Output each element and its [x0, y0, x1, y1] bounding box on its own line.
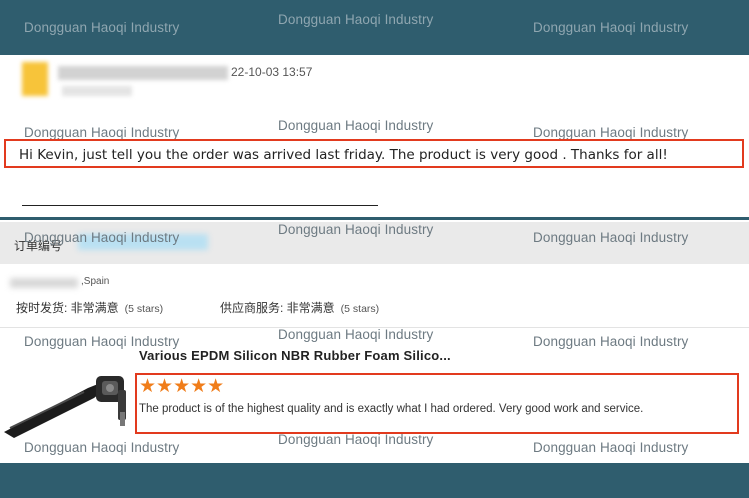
signature-rule	[22, 205, 378, 206]
service-rating-stars: (5 stars)	[340, 303, 380, 315]
watermark-text: Dongguan Haoqi Industry	[278, 327, 434, 342]
avatar	[22, 62, 48, 96]
delivery-rating-label: 按时发货: 非常满意	[16, 301, 119, 315]
service-rating: 供应商服务: 非常满意 (5 stars)	[220, 299, 379, 316]
product-title[interactable]: Various EPDM Silicon NBR Rubber Foam Sil…	[139, 348, 451, 363]
watermark-text: Dongguan Haoqi Industry	[533, 440, 689, 455]
message-date: 22-10-03 13:57	[231, 65, 313, 79]
buyer-location: ,Spain	[81, 276, 110, 287]
watermark-text: Dongguan Haoqi Industry	[24, 125, 180, 140]
message-text: Hi Kevin, just tell you the order was ar…	[19, 147, 668, 163]
watermark-text: Dongguan Haoqi Industry	[278, 12, 434, 27]
watermark-text: Dongguan Haoqi Industry	[278, 222, 434, 237]
watermark-text: Dongguan Haoqi Industry	[24, 440, 180, 455]
delivery-rating-stars: (5 stars)	[124, 303, 164, 315]
review-text: The product is of the highest quality an…	[139, 403, 644, 415]
watermark-text: Dongguan Haoqi Industry	[533, 20, 689, 35]
bottom-band	[0, 463, 749, 498]
watermark-text: Dongguan Haoqi Industry	[533, 230, 689, 245]
watermark-text: Dongguan Haoqi Industry	[24, 20, 180, 35]
sender-detail-redacted	[62, 86, 132, 96]
watermark-text: Dongguan Haoqi Industry	[278, 432, 434, 447]
delivery-rating: 按时发货: 非常满意 (5 stars)	[16, 299, 163, 316]
service-rating-label: 供应商服务: 非常满意	[220, 301, 335, 315]
watermark-text: Dongguan Haoqi Industry	[24, 334, 180, 349]
product-thumbnail[interactable]	[0, 368, 134, 440]
buyer-name-redacted	[10, 278, 78, 288]
sender-name-redacted	[58, 66, 228, 80]
watermark-text: Dongguan Haoqi Industry	[24, 230, 180, 245]
watermark-text: Dongguan Haoqi Industry	[533, 125, 689, 140]
section-separator	[0, 217, 749, 220]
star-rating: ★★★★★	[139, 376, 225, 397]
watermark-text: Dongguan Haoqi Industry	[278, 118, 434, 133]
watermark-text: Dongguan Haoqi Industry	[533, 334, 689, 349]
